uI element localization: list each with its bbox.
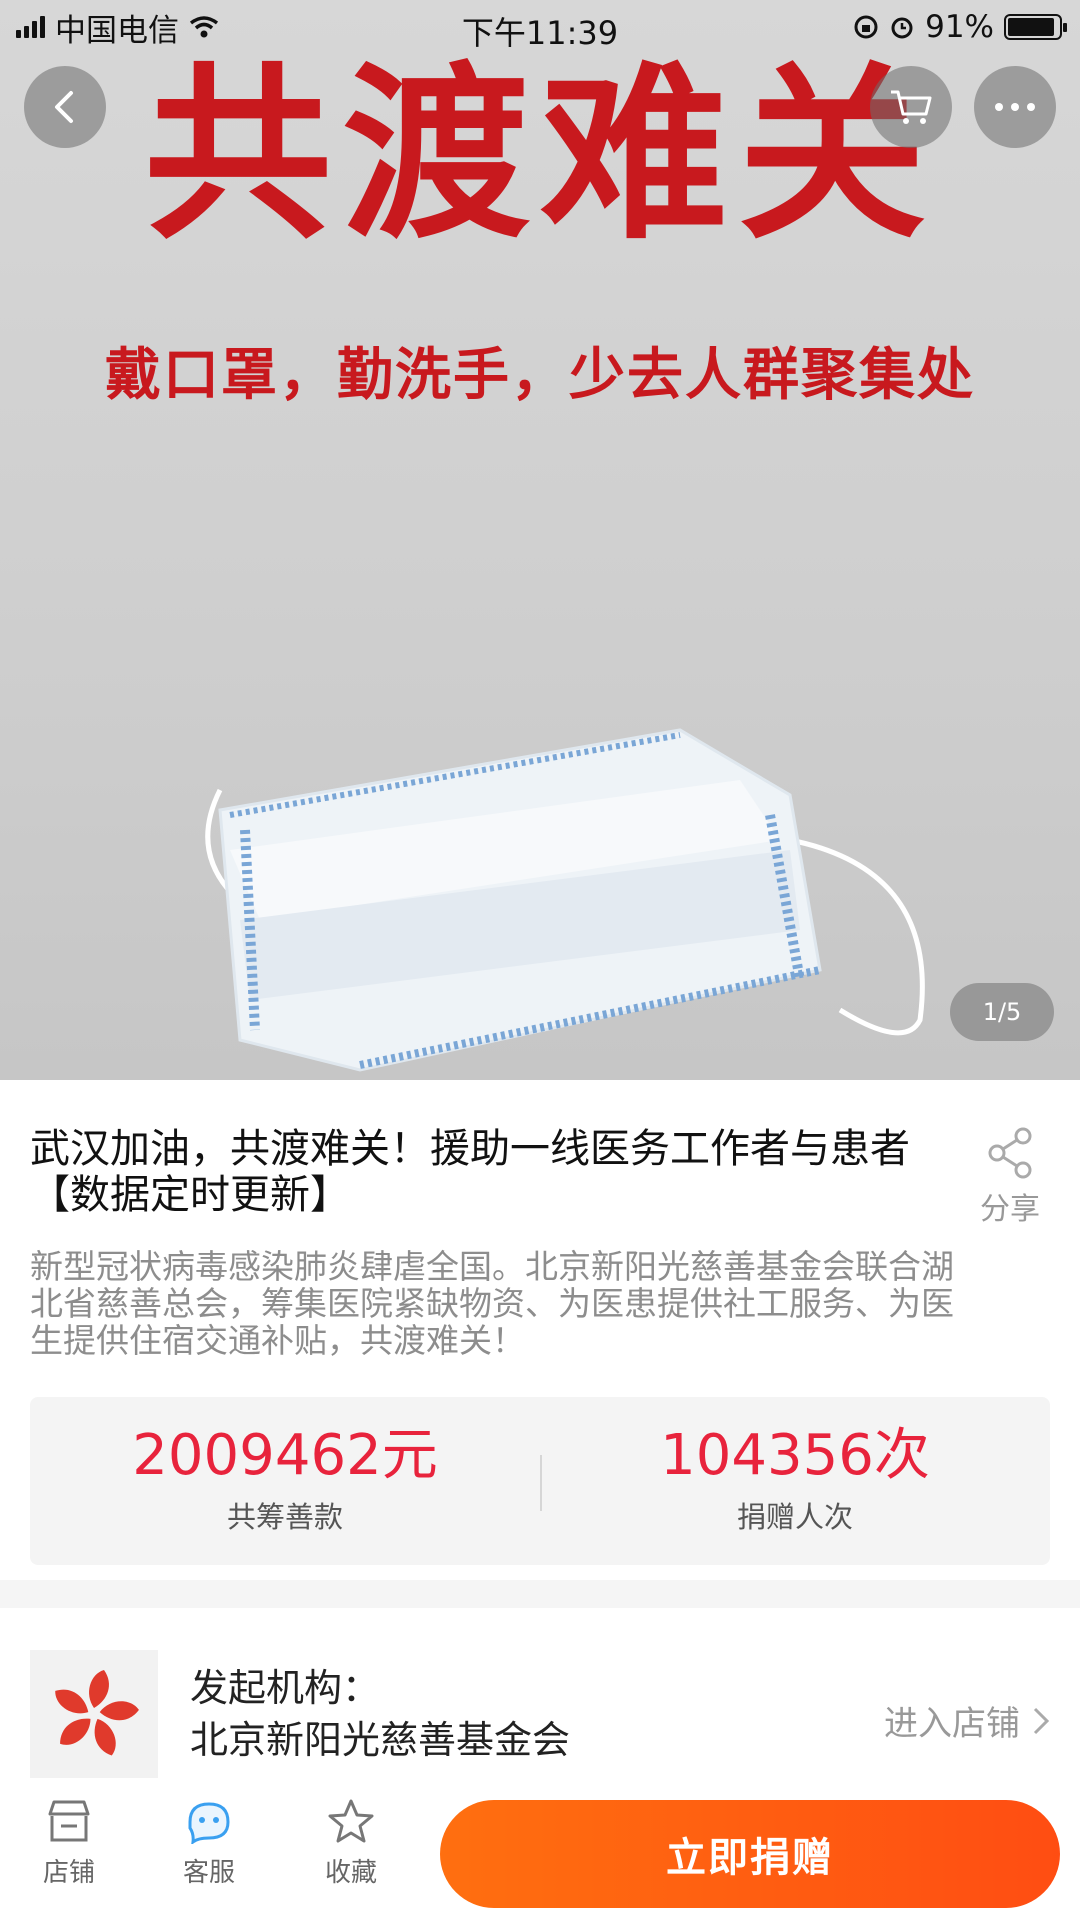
image-pager: 1/5: [950, 983, 1054, 1041]
project-description: 新型冠状病毒感染肺炎肆虐全国。北京新阳光慈善基金会联合湖北省慈善总会，筹集医院紧…: [30, 1247, 954, 1360]
share-button[interactable]: 分享: [970, 1126, 1050, 1228]
star-icon: [328, 1799, 374, 1843]
chevron-right-icon: [1033, 1707, 1050, 1734]
alarm-icon: [891, 17, 913, 39]
chevron-left-icon: [55, 91, 73, 123]
store-icon: [48, 1800, 90, 1842]
tab-favorite[interactable]: 收藏: [296, 1798, 406, 1889]
donation-page: 中国电信 下午11:39 91% 共渡难关 戴口罩，勤洗手，少去人群聚集处 1/…: [0, 0, 1080, 1920]
more-icon: [995, 103, 1035, 111]
battery-percent: 91%: [925, 9, 994, 45]
tab-store[interactable]: 店铺: [14, 1798, 124, 1889]
cart-button[interactable]: [870, 66, 952, 148]
more-button[interactable]: [974, 66, 1056, 148]
project-title: 武汉加油，共渡难关！援助一线医务工作者与患者【数据定时更新】: [30, 1126, 910, 1218]
tab-store-label: 店铺: [42, 1858, 95, 1888]
signal-icon: [16, 16, 45, 38]
bottom-bar: 店铺 客服 收藏 立即捐赠: [0, 1790, 1080, 1920]
hero-banner[interactable]: 中国电信 下午11:39 91% 共渡难关 戴口罩，勤洗手，少去人群聚集处 1/…: [0, 0, 1080, 1080]
hero-subtitle: 戴口罩，勤洗手，少去人群聚集处: [105, 343, 975, 408]
sunflower-logo-icon: [55, 1670, 139, 1756]
carrier-name: 中国电信: [55, 12, 179, 49]
raised-label: 共筹善款: [226, 1500, 343, 1534]
face-mask-image: [205, 728, 925, 1072]
battery-icon: [1004, 14, 1067, 40]
raised-stat: 2009462元 共筹善款: [30, 1426, 540, 1536]
donors-count: 104356次: [660, 1423, 930, 1488]
back-button[interactable]: [24, 66, 106, 148]
section-divider: [0, 1580, 1080, 1608]
customer-service-icon: [188, 1802, 230, 1844]
donate-button[interactable]: 立即捐赠: [440, 1800, 1060, 1908]
rotation-lock-icon: [854, 15, 878, 39]
cart-icon: [891, 90, 932, 124]
project-info: 武汉加油，共渡难关！援助一线医务工作者与患者【数据定时更新】 分享 新型冠状病毒…: [0, 1080, 1080, 1565]
tab-customer-service[interactable]: 客服: [154, 1798, 264, 1889]
org-text: 发起机构： 北京新阳光慈善基金会: [190, 1662, 570, 1766]
org-row[interactable]: 发起机构： 北京新阳光慈善基金会 进入店铺: [0, 1650, 1080, 1780]
enter-store-label: 进入店铺: [884, 1704, 1020, 1744]
stats-divider: [540, 1455, 542, 1511]
tab-favorite-label: 收藏: [324, 1858, 377, 1888]
share-icon: [988, 1127, 1032, 1179]
org-name: 北京新阳光慈善基金会: [190, 1718, 571, 1762]
donors-stat: 104356次 捐赠人次: [540, 1426, 1050, 1536]
enter-store-link[interactable]: 进入店铺: [884, 1696, 1050, 1745]
donation-stats: 2009462元 共筹善款 104356次 捐赠人次: [30, 1397, 1050, 1565]
raised-amount: 2009462元: [132, 1423, 438, 1488]
wifi-icon: [189, 16, 219, 38]
org-label: 发起机构：: [190, 1666, 381, 1710]
org-logo: [30, 1650, 158, 1778]
tab-customer-service-label: 客服: [182, 1858, 235, 1888]
status-bar: 中国电信 下午11:39 91%: [0, 0, 1080, 54]
status-time: 下午11:39: [461, 14, 619, 52]
share-label: 分享: [980, 1192, 1040, 1227]
donors-label: 捐赠人次: [736, 1500, 853, 1534]
